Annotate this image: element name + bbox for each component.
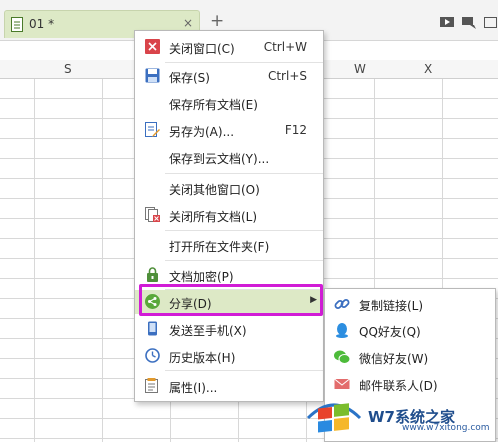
tab-title: 01 * [29, 17, 55, 31]
submenu-item-label: QQ好友(Q) [359, 325, 421, 339]
menu-item-label: 文档加密(P) [169, 270, 234, 284]
menu-item-label: 历史版本(H) [169, 351, 236, 365]
file-context-menu: 关闭窗口(C) Ctrl+W 保存(S) Ctrl+S 保存所有文档(E) 另存… [134, 30, 324, 402]
menu-item-save-as[interactable]: 另存为(A)... F12 [135, 118, 323, 142]
menu-item-shortcut: Ctrl+W [263, 40, 307, 54]
submenu-item-copy-link[interactable]: 复制链接(L) [325, 291, 495, 317]
submenu-item-qq[interactable]: QQ好友(Q) [325, 317, 495, 343]
menu-item-send-to-phone[interactable]: 发送至手机(X) [135, 317, 323, 341]
column-label[interactable]: S [64, 62, 72, 76]
menu-separator [165, 370, 323, 371]
column-label[interactable]: X [424, 62, 432, 76]
highlight-frame [139, 284, 323, 316]
windows-logo-icon [306, 403, 362, 433]
wechat-icon [334, 350, 350, 364]
menu-separator [165, 173, 323, 174]
menu-item-label: 打开所在文件夹(F) [169, 240, 270, 254]
properties-icon [145, 378, 158, 393]
menu-item-label: 属性(I)... [169, 381, 218, 395]
submenu-item-label: 复制链接(L) [359, 299, 424, 313]
menu-item-label: 关闭窗口(C) [169, 42, 235, 56]
menu-separator [165, 62, 323, 63]
document-icon [11, 17, 23, 32]
lock-icon [147, 267, 158, 282]
play-icon[interactable] [440, 17, 454, 29]
tab-close-icon[interactable]: × [183, 16, 193, 30]
save-icon [145, 68, 160, 83]
history-icon [145, 348, 160, 363]
menu-item-close-window[interactable]: 关闭窗口(C) Ctrl+W [135, 35, 323, 59]
menu-separator [165, 230, 323, 231]
menu-item-save-all[interactable]: 保存所有文档(E) [135, 91, 323, 115]
menu-item-shortcut: Ctrl+S [267, 69, 307, 83]
menu-item-shortcut: F12 [284, 123, 307, 137]
menu-item-label: 发送至手机(X) [169, 324, 247, 338]
menu-item-label: 保存所有文档(E) [169, 98, 258, 112]
menu-item-label: 关闭所有文档(L) [169, 210, 258, 224]
menu-item-close-all[interactable]: 关闭所有文档(L) [135, 203, 323, 227]
menu-separator [165, 260, 323, 261]
menu-item-open-folder[interactable]: 打开所在文件夹(F) [135, 233, 323, 257]
menu-item-label: 保存(S) [169, 71, 210, 85]
menu-item-label: 保存到云文档(Y)... [169, 152, 270, 166]
menu-item-properties[interactable]: 属性(I)... [135, 374, 323, 398]
submenu-item-label: 微信好友(W) [359, 352, 429, 366]
save-as-icon [145, 122, 160, 137]
close-all-icon [145, 207, 160, 222]
menu-item-save-to-cloud[interactable]: 保存到云文档(Y)... [135, 145, 323, 169]
menu-item-close-others[interactable]: 关闭其他窗口(O) [135, 176, 323, 200]
watermark-logo: W7系统之家 www.w7xitong.com [304, 388, 498, 442]
menu-item-history[interactable]: 历史版本(H) [135, 344, 323, 368]
link-icon [334, 299, 350, 309]
phone-icon [148, 321, 157, 336]
comment-icon[interactable] [462, 17, 476, 29]
window-icon[interactable] [484, 17, 498, 29]
close-window-icon [145, 39, 160, 54]
menu-item-save[interactable]: 保存(S) Ctrl+S [135, 64, 323, 88]
new-tab-button[interactable]: + [210, 13, 224, 30]
menu-item-label: 关闭其他窗口(O) [169, 183, 260, 197]
menu-item-label: 另存为(A)... [169, 125, 235, 139]
qq-icon [336, 323, 348, 338]
submenu-item-wechat[interactable]: 微信好友(W) [325, 344, 495, 370]
watermark-url: www.w7xitong.com [402, 423, 490, 433]
column-label[interactable]: W [354, 62, 366, 76]
